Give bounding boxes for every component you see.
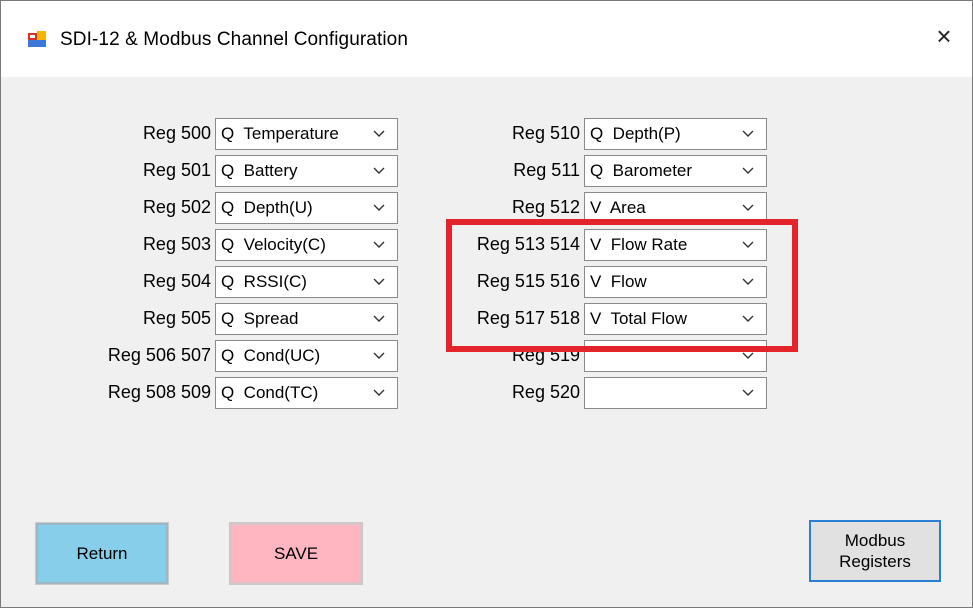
left-reg-dropdown[interactable]: Q Spread <box>215 303 398 335</box>
save-button-label: SAVE <box>273 544 319 563</box>
left-reg-label: Reg 502 <box>142 197 211 217</box>
modbus-registers-button[interactable]: Modbus Registers <box>809 520 941 582</box>
left-reg-dropdown[interactable]: Q Cond(TC) <box>215 377 398 409</box>
chevron-down-icon <box>373 389 385 396</box>
right-reg-dropdown[interactable]: Q Depth(P) <box>584 118 767 150</box>
title-bar: SDI-12 & Modbus Channel Configuration × <box>1 1 972 77</box>
chevron-down-icon <box>742 389 754 396</box>
chevron-down-icon <box>742 352 754 359</box>
left-reg-dropdown[interactable]: Q Temperature <box>215 118 398 150</box>
dropdown-value: Q Cond(TC) <box>221 383 319 402</box>
left-reg-dropdown[interactable]: Q Depth(U) <box>215 192 398 224</box>
chevron-down-icon <box>373 352 385 359</box>
app-window-icon <box>28 31 46 47</box>
right-reg-label: Reg 510 <box>511 123 580 143</box>
save-button[interactable]: SAVE <box>229 522 363 585</box>
chevron-down-icon <box>742 167 754 174</box>
chevron-down-icon <box>742 204 754 211</box>
dropdown-value: Q Barometer <box>590 161 693 180</box>
dropdown-value: V Area <box>590 198 646 217</box>
chevron-down-icon <box>373 130 385 137</box>
chevron-down-icon <box>373 278 385 285</box>
left-reg-dropdown[interactable]: Q Cond(UC) <box>215 340 398 372</box>
left-reg-label: Reg 506 507 <box>107 345 211 365</box>
left-reg-dropdown[interactable]: Q Velocity(C) <box>215 229 398 261</box>
close-icon[interactable]: × <box>916 11 972 61</box>
left-reg-label: Reg 504 <box>142 271 211 291</box>
chevron-down-icon <box>742 130 754 137</box>
chevron-down-icon <box>373 315 385 322</box>
left-reg-label: Reg 503 <box>142 234 211 254</box>
dropdown-value: Q Depth(U) <box>221 198 313 217</box>
right-reg-label: Reg 511 <box>513 160 580 180</box>
left-reg-label: Reg 505 <box>142 308 211 328</box>
chevron-down-icon <box>373 167 385 174</box>
window-title: SDI-12 & Modbus Channel Configuration <box>60 29 409 50</box>
left-reg-label: Reg 501 <box>142 160 211 180</box>
dropdown-value: Q Temperature <box>221 124 339 143</box>
right-reg-dropdown[interactable]: Q Barometer <box>584 155 767 187</box>
dropdown-value: Q Depth(P) <box>590 124 681 143</box>
highlight-box <box>446 219 798 352</box>
dropdown-value: Q Spread <box>221 309 299 328</box>
chevron-down-icon <box>373 204 385 211</box>
right-reg-label: Reg 520 <box>511 382 580 402</box>
modbus-registers-label: Modbus Registers <box>839 531 911 571</box>
return-button-label: Return <box>76 544 128 563</box>
left-reg-label: Reg 508 509 <box>107 382 211 402</box>
left-reg-label: Reg 500 <box>142 123 211 143</box>
chevron-down-icon <box>373 241 385 248</box>
right-reg-label: Reg 512 <box>511 197 580 217</box>
dropdown-value: Q Velocity(C) <box>221 235 326 254</box>
dropdown-value: Q Battery <box>221 161 298 180</box>
right-reg-dropdown[interactable] <box>584 377 767 409</box>
left-reg-dropdown[interactable]: Q Battery <box>215 155 398 187</box>
dropdown-value: Q RSSI(C) <box>221 272 307 291</box>
return-button[interactable]: Return <box>35 522 169 585</box>
dropdown-value: Q Cond(UC) <box>221 346 321 365</box>
left-reg-dropdown[interactable]: Q RSSI(C) <box>215 266 398 298</box>
